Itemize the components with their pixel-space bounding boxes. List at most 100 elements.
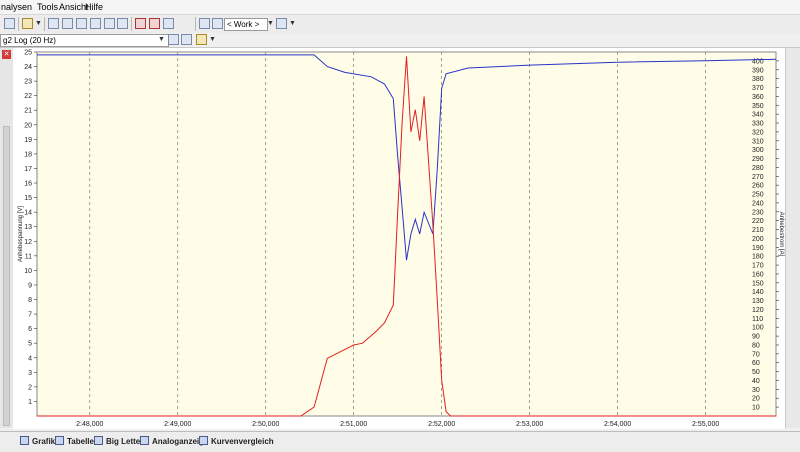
y-left-tick-label: 19 — [24, 137, 32, 144]
x-tick-label: 2:49,000 — [164, 421, 191, 428]
y-right-tick-label: 240 — [752, 200, 764, 207]
work-select[interactable]: < Work > — [224, 18, 268, 31]
y-right-tick-label: 20 — [752, 396, 760, 403]
curve-icon[interactable] — [149, 18, 160, 29]
y-left-tick-label: 13 — [24, 224, 32, 231]
tab-label: Tabelle — [67, 437, 94, 446]
tab-tabelle[interactable]: Tabelle — [55, 435, 94, 448]
y-right-tick-label: 340 — [752, 112, 764, 119]
y-left-tick-label: 2 — [28, 384, 32, 391]
chevron-down-icon[interactable]: ▼ — [157, 34, 166, 45]
y-right-tick-label: 280 — [752, 165, 764, 172]
y-right-tick-label: 210 — [752, 227, 764, 234]
magnet-icon[interactable] — [135, 18, 146, 29]
y-left-tick-label: 12 — [24, 239, 32, 246]
toolbar-separator — [44, 17, 45, 31]
y-right-tick-label: 270 — [752, 174, 764, 181]
wrench-plus-icon[interactable] — [212, 18, 223, 29]
export-icon[interactable] — [22, 18, 33, 29]
tab-label: Grafik — [32, 437, 56, 446]
chart-tool-icon[interactable] — [48, 18, 59, 29]
y-right-tick-label: 310 — [752, 138, 764, 145]
y-right-tick-label: 300 — [752, 147, 764, 154]
y-right-tick-label: 130 — [752, 298, 764, 305]
log-select[interactable]: g2 Log (20 Hz) — [0, 34, 169, 47]
zoom-icon[interactable] — [76, 18, 87, 29]
y-right-tick-label: 230 — [752, 209, 764, 216]
forward-icon[interactable] — [181, 34, 192, 45]
y-right-tick-label: 330 — [752, 121, 764, 128]
y-left-tick-label: 11 — [25, 253, 32, 260]
toolbar: ▼ < Work > ▼ ▼ — [0, 15, 800, 34]
y-left-tick-label: 25 — [24, 50, 32, 57]
clipboard-icon[interactable] — [196, 34, 207, 45]
y-right-tick-label: 80 — [752, 342, 760, 349]
y-right-tick-label: 50 — [752, 369, 760, 376]
x-tick-label: 2:52,000 — [428, 421, 455, 428]
y-left-tick-label: 17 — [24, 166, 32, 173]
x-tick-label: 2:55,000 — [692, 421, 719, 428]
menu-item-tools[interactable]: Tools — [37, 2, 58, 12]
gauge-icon — [140, 436, 149, 445]
y-right-tick-label: 70 — [752, 351, 760, 358]
tab-bar: Grafik Tabelle Big Letter Analoganzeige … — [0, 431, 800, 452]
menu-item-analysen[interactable]: nalysen — [1, 2, 32, 12]
menu-bar: nalysen Tools Ansicht Hilfe — [0, 0, 800, 15]
close-icon[interactable]: ✕ — [2, 50, 11, 59]
y-right-tick-label: 120 — [752, 307, 764, 314]
tab-grafik[interactable]: Grafik — [20, 435, 55, 448]
refresh-icon[interactable] — [104, 18, 115, 29]
toolbar-separator — [18, 17, 19, 31]
scrollbar-thumb[interactable] — [3, 126, 10, 426]
y-left-tick-label: 23 — [24, 79, 32, 86]
y-left-tick-label: 3 — [28, 370, 32, 377]
back-icon[interactable] — [168, 34, 179, 45]
tab-kurvenvergleich[interactable]: Kurvenvergleich — [199, 435, 274, 448]
y-right-tick-label: 10 — [752, 405, 760, 412]
toolbar-separator — [131, 17, 132, 31]
y-left-tick-label: 1 — [28, 399, 32, 406]
table-tool-icon[interactable] — [90, 18, 101, 29]
y-right-tick-label: 200 — [752, 236, 764, 243]
y-left-tick-label: 22 — [24, 93, 32, 100]
save-icon[interactable] — [4, 18, 15, 29]
chevron-down-icon[interactable]: ▼ — [34, 18, 43, 29]
table-icon — [55, 436, 64, 445]
y-left-tick-label: 14 — [24, 210, 32, 217]
chevron-down-icon[interactable]: ▼ — [208, 34, 217, 45]
y-right-tick-label: 290 — [752, 156, 764, 163]
side-panel-strip: ✕ — [0, 48, 14, 428]
y-left-tick-label: 7 — [28, 312, 32, 319]
y-right-tick-label: 250 — [752, 192, 764, 199]
y-left-tick-label: 6 — [28, 326, 32, 333]
chevron-down-icon[interactable]: ▼ — [266, 18, 275, 29]
y-left-axis-label: Anhebespannung [V] — [18, 206, 24, 262]
settings-icon[interactable] — [163, 18, 174, 29]
y-right-tick-label: 350 — [752, 103, 764, 110]
y-right-tick-label: 90 — [752, 334, 760, 341]
y-right-tick-label: 260 — [752, 183, 764, 190]
wrench-icon[interactable] — [199, 18, 210, 29]
tab-big-letter[interactable]: Big Letter — [94, 435, 143, 448]
menu-item-hilfe[interactable]: Hilfe — [85, 2, 103, 12]
edit-icon[interactable] — [276, 18, 287, 29]
y-left-tick-label: 16 — [24, 181, 32, 188]
y-right-tick-label: 370 — [752, 85, 764, 92]
plot-area — [36, 51, 777, 417]
y-right-tick-label: 140 — [752, 289, 764, 296]
y-right-tick-label: 40 — [752, 378, 760, 385]
cursor-tool-icon[interactable] — [62, 18, 73, 29]
toolbar-separator — [195, 17, 196, 31]
chevron-down-icon[interactable]: ▼ — [288, 18, 297, 29]
split-icon[interactable] — [117, 18, 128, 29]
y-right-tick-label: 360 — [752, 94, 764, 101]
y-right-tick-label: 160 — [752, 271, 764, 278]
right-panel-strip — [785, 48, 800, 428]
y-left-tick-label: 9 — [28, 282, 32, 289]
y-left-tick-label: 20 — [24, 122, 32, 129]
y-right-tick-label: 100 — [752, 325, 764, 332]
y-right-tick-label: 390 — [752, 67, 764, 74]
y-left-tick-label: 10 — [24, 268, 32, 275]
y-right-tick-label: 380 — [752, 76, 764, 83]
chart: 2:48,000 2:49,000 2:50,000 2:51,000 2:52,000… — [13, 48, 785, 429]
